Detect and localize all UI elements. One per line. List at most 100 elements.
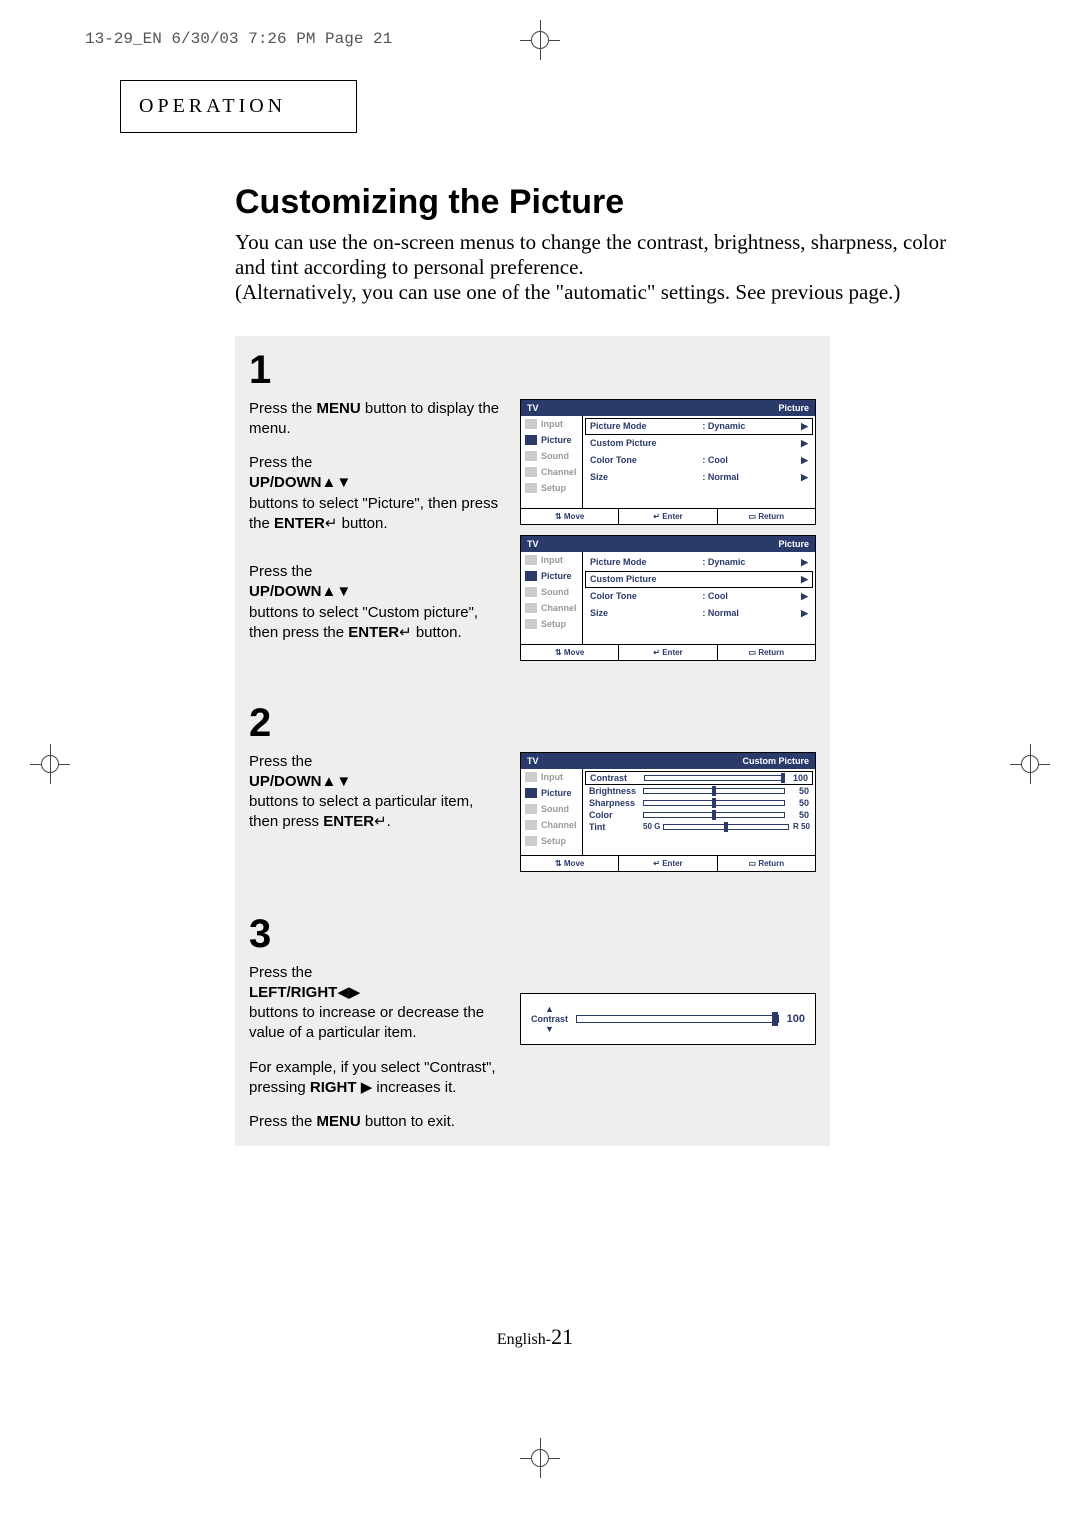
page-number: English-21 (497, 1324, 573, 1350)
menu-bold: MENU (317, 400, 361, 417)
step3-number: 3 (249, 912, 816, 957)
print-header: 13-29_EN 6/30/03 7:26 PM Page 21 (85, 30, 392, 48)
slider-value: 50 (789, 786, 809, 796)
osd-side-setup: Setup (541, 619, 566, 629)
step2-number: 2 (249, 701, 816, 746)
osd-section-label: Picture (778, 403, 809, 413)
osd-footer-enter: ↵ Enter (618, 856, 716, 871)
osd-footer-move: ⇅ Move (521, 645, 618, 660)
slider-value: 100 (788, 773, 808, 783)
caret-up-icon: ▲ (545, 1004, 554, 1014)
osd-row-v: : Normal (702, 608, 796, 618)
osd-row-v: : Cool (702, 455, 796, 465)
step1-number: 1 (249, 348, 816, 393)
t: button. (412, 624, 462, 641)
leftright-arrows-icon: ◀▶ (337, 984, 360, 1001)
osd-custom-picture: TV Custom Picture Input Picture Sound Cha… (520, 752, 816, 872)
intro-line1: You can use the on-screen menus to chang… (235, 230, 946, 279)
t: Press the (249, 753, 312, 770)
updown-bold: UP/DOWN (249, 773, 322, 790)
right-bold: RIGHT (310, 1079, 357, 1096)
osd-section-label: Picture (778, 539, 809, 549)
page-n: 21 (551, 1324, 573, 1349)
osd-side-channel: Channel (541, 820, 577, 830)
page-content: OPERATION Customizing the Picture You ca… (120, 80, 950, 1390)
osd-side-sound: Sound (541, 804, 569, 814)
intro-line2: (Alternatively, you can use one of the "… (235, 280, 900, 304)
adjust-label: Contrast (531, 1014, 568, 1024)
updown-bold: UP/DOWN (249, 583, 322, 600)
t: ▶ increases it. (357, 1079, 457, 1096)
osd-tv-label: TV (527, 756, 539, 766)
osd-footer-enter: ↵ Enter (618, 509, 716, 524)
osd-picture-menu-custom: TVPicture Input Picture Sound Channel Se… (520, 535, 816, 661)
t: . (387, 813, 391, 830)
tint-left-label: G (654, 822, 660, 831)
osd-footer-enter: ↵ Enter (618, 645, 716, 660)
tint-right-label: R (793, 822, 799, 831)
t: Press the (249, 400, 317, 417)
section-heading: OPERATION (120, 80, 357, 133)
osd-side-setup: Setup (541, 836, 566, 846)
t: Press the (249, 563, 312, 580)
page-title: Customizing the Picture (235, 183, 950, 222)
osd-row-k: Color Tone (590, 455, 702, 465)
osd-row-k: Custom Picture (590, 438, 702, 448)
t: Press the (249, 454, 312, 471)
enter-bold: ENTER (348, 624, 399, 641)
slider-label: Color (589, 810, 639, 820)
updown-bold: UP/DOWN (249, 474, 322, 491)
osd-row-v: : Normal (702, 472, 796, 482)
osd-side-sound: Sound (541, 587, 569, 597)
caret-down-icon: ▼ (545, 1024, 554, 1034)
contrast-adjust-bar: ▲ Contrast ▼ 100 (520, 993, 816, 1045)
steps-container: 1 Press the MENU button to display the m… (235, 336, 830, 1147)
slider-label: Sharpness (589, 798, 639, 808)
updown-arrows-icon: ▲▼ (322, 583, 352, 600)
osd-tv-label: TV (527, 403, 539, 413)
t: Press the (249, 964, 312, 981)
osd-footer-move: ⇅ Move (521, 509, 618, 524)
tint-left-val: 50 (643, 822, 652, 831)
osd-row-v: : Dynamic (702, 557, 796, 567)
osd-footer-return: ▭ Return (717, 645, 815, 660)
osd-tv-label: TV (527, 539, 539, 549)
adjust-value: 100 (787, 1013, 805, 1025)
tint-right-val: 50 (801, 822, 810, 831)
intro-text: You can use the on-screen menus to chang… (235, 230, 950, 306)
osd-side-input: Input (541, 772, 563, 782)
osd-row-k: Size (590, 472, 702, 482)
osd-footer-return: ▭ Return (717, 856, 815, 871)
osd-row-k: Picture Mode (590, 421, 702, 431)
slider-value: 50 (789, 798, 809, 808)
enter-bold: ENTER (323, 813, 374, 830)
enter-icon: ↵ (399, 624, 412, 641)
osd-footer-return: ▭ Return (717, 509, 815, 524)
leftright-bold: LEFT/RIGHT (249, 984, 337, 1001)
enter-bold: ENTER (274, 515, 325, 532)
osd-row-v: : Dynamic (702, 421, 796, 431)
updown-arrows-icon: ▲▼ (322, 474, 352, 491)
t: button to exit. (361, 1113, 455, 1130)
osd-side-picture: Picture (541, 788, 572, 798)
enter-icon: ↵ (374, 813, 387, 830)
osd-side-channel: Channel (541, 603, 577, 613)
osd-side-picture: Picture (541, 435, 572, 445)
osd-picture-menu: TVPicture Input Picture Sound Channel Se… (520, 399, 816, 525)
t: buttons to increase or decrease the valu… (249, 1004, 484, 1041)
osd-section-label: Custom Picture (742, 756, 809, 766)
osd-row-k: Color Tone (590, 591, 702, 601)
osd-side-setup: Setup (541, 483, 566, 493)
slider-label: Brightness (589, 786, 639, 796)
osd-footer-move: ⇅ Move (521, 856, 618, 871)
t: button. (337, 515, 387, 532)
t: Press the (249, 1113, 317, 1130)
osd-side-channel: Channel (541, 467, 577, 477)
page-prefix: English- (497, 1331, 551, 1348)
osd-side-input: Input (541, 555, 563, 565)
updown-arrows-icon: ▲▼ (322, 773, 352, 790)
osd-row-k: Custom Picture (590, 574, 702, 584)
osd-side-input: Input (541, 419, 563, 429)
osd-row-v: : Cool (702, 591, 796, 601)
menu-bold: MENU (317, 1113, 361, 1130)
